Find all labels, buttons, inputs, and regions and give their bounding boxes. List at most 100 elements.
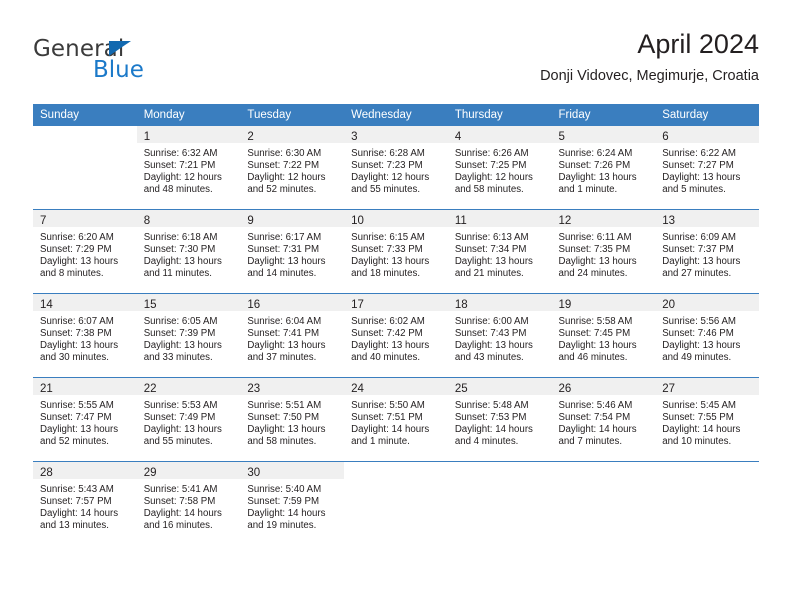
day-detail-lines: Sunrise: 6:04 AM Sunset: 7:41 PM Daylight:…	[240, 311, 344, 364]
calendar-day-cell[interactable]: 19 Sunrise: 5:58 AM Sunset: 7:45 PM Dayligh…	[551, 293, 656, 378]
daylight-text: Daylight: 13 hours	[143, 256, 222, 268]
calendar-day-cell[interactable]: 27 Sunrise: 5:45 AM Sunset: 7:55 PM Dayligh…	[655, 377, 759, 462]
sunset-text: Sunset: 7:34 PM	[454, 244, 527, 256]
daylight-text: and 58 minutes.	[247, 436, 317, 448]
day-number-band: 21	[33, 378, 137, 395]
daylight-text: and 7 minutes.	[558, 436, 623, 448]
sunrise-text: Sunrise: 5:55 AM	[40, 400, 114, 411]
calendar-day-cell[interactable]: 26 Sunrise: 5:46 AM Sunset: 7:54 PM Dayligh…	[551, 377, 656, 462]
calendar-day-cell[interactable]: 29 Sunrise: 5:41 AM Sunset: 7:58 PM Dayligh…	[136, 461, 241, 545]
calendar-day-cell[interactable]: 6 Sunrise: 6:22 AM Sunset: 7:27 PM Daylight…	[655, 126, 759, 210]
calendar-day-cell[interactable]: 11 Sunrise: 6:13 AM Sunset: 7:34 PM Dayligh…	[447, 209, 552, 294]
day-number-band: 22	[136, 378, 241, 395]
day-detail-lines: Sunrise: 6:00 AM Sunset: 7:43 PM Daylight:…	[448, 311, 552, 364]
calendar-day-cell[interactable]: 8 Sunrise: 6:18 AM Sunset: 7:30 PM Daylight…	[136, 209, 241, 294]
day-number: 18	[454, 299, 468, 311]
sunset-text: Sunset: 7:29 PM	[40, 244, 112, 256]
day-cell-inner	[655, 462, 759, 545]
day-detail-lines: Sunrise: 5:53 AM Sunset: 7:49 PM Daylight:…	[137, 395, 241, 448]
calendar-day-cell[interactable]: 22 Sunrise: 5:53 AM Sunset: 7:49 PM Dayligh…	[136, 377, 241, 462]
day-cell-inner: 26 Sunrise: 5:46 AM Sunset: 7:54 PM Dayligh…	[551, 378, 656, 461]
calendar-day-cell[interactable]: 16 Sunrise: 6:04 AM Sunset: 7:41 PM Dayligh…	[240, 293, 345, 378]
calendar-day-cell[interactable]: 3 Sunrise: 6:28 AM Sunset: 7:23 PM Daylight…	[344, 126, 448, 210]
sunrise-text: Sunrise: 6:05 AM	[143, 316, 218, 327]
daylight-text: Daylight: 13 hours	[558, 172, 637, 184]
calendar-day-cell[interactable]: 17 Sunrise: 6:02 AM Sunset: 7:42 PM Dayligh…	[344, 293, 448, 378]
day-number-band: 11	[447, 210, 552, 227]
calendar-day-cell[interactable]: 12 Sunrise: 6:11 AM Sunset: 7:35 PM Dayligh…	[551, 209, 656, 294]
calendar-day-cell[interactable]: 23 Sunrise: 5:51 AM Sunset: 7:50 PM Dayligh…	[240, 377, 345, 462]
sunset-text: Sunset: 7:46 PM	[662, 328, 734, 340]
sunset-text: Sunset: 7:26 PM	[558, 160, 631, 172]
daylight-text: Daylight: 13 hours	[662, 340, 741, 352]
daylight-text: Daylight: 13 hours	[662, 256, 741, 268]
calendar-day-cell[interactable]: 1 Sunrise: 6:32 AM Sunset: 7:21 PM Daylight…	[136, 126, 241, 210]
calendar-cell-empty	[447, 461, 552, 545]
calendar-day-cell[interactable]: 5 Sunrise: 6:24 AM Sunset: 7:26 PM Daylight…	[551, 126, 656, 210]
day-number: 4	[454, 131, 462, 143]
day-detail-lines: Sunrise: 6:07 AM Sunset: 7:38 PM Daylight:…	[33, 311, 137, 364]
day-number: 29	[143, 467, 157, 479]
calendar-day-cell[interactable]: 28 Sunrise: 5:43 AM Sunset: 7:57 PM Dayligh…	[33, 461, 137, 545]
daylight-text: Daylight: 14 hours	[454, 424, 533, 436]
calendar-day-cell[interactable]: 7 Sunrise: 6:20 AM Sunset: 7:29 PM Daylight…	[33, 209, 137, 294]
calendar-body: 1 Sunrise: 6:32 AM Sunset: 7:21 PM Daylight…	[33, 126, 759, 545]
sunrise-text: Sunrise: 6:17 AM	[247, 232, 322, 243]
calendar-day-cell[interactable]: 21 Sunrise: 5:55 AM Sunset: 7:47 PM Dayligh…	[33, 377, 137, 462]
daylight-text: Daylight: 13 hours	[247, 424, 326, 436]
calendar-day-cell[interactable]: 9 Sunrise: 6:17 AM Sunset: 7:31 PM Daylight…	[240, 209, 345, 294]
calendar-week-row: 1 Sunrise: 6:32 AM Sunset: 7:21 PM Daylight…	[33, 126, 759, 210]
day-number-band: 15	[136, 294, 241, 311]
daylight-text: and 16 minutes.	[143, 520, 213, 532]
calendar-day-cell[interactable]: 24 Sunrise: 5:50 AM Sunset: 7:51 PM Dayligh…	[344, 377, 448, 462]
sunrise-text: Sunrise: 5:50 AM	[351, 400, 425, 411]
daylight-text: and 21 minutes.	[454, 268, 524, 280]
day-number: 20	[662, 299, 676, 311]
general-blue-logo: General Blue	[33, 36, 263, 90]
day-number: 15	[143, 299, 157, 311]
daylight-text: Daylight: 13 hours	[143, 340, 222, 352]
calendar-day-cell[interactable]: 15 Sunrise: 6:05 AM Sunset: 7:39 PM Dayligh…	[136, 293, 241, 378]
day-detail-lines	[655, 479, 759, 484]
calendar-day-cell[interactable]: 13 Sunrise: 6:09 AM Sunset: 7:37 PM Dayligh…	[655, 209, 759, 294]
day-detail-lines: Sunrise: 6:17 AM Sunset: 7:31 PM Daylight:…	[240, 227, 344, 280]
day-cell-inner: 4 Sunrise: 6:26 AM Sunset: 7:25 PM Daylight…	[447, 126, 552, 209]
calendar-day-cell[interactable]: 20 Sunrise: 5:56 AM Sunset: 7:46 PM Dayligh…	[655, 293, 759, 378]
weekday-header-monday: Monday	[136, 104, 241, 126]
day-cell-inner: 30 Sunrise: 5:40 AM Sunset: 7:59 PM Dayligh…	[240, 462, 345, 545]
calendar-day-cell[interactable]: 2 Sunrise: 6:30 AM Sunset: 7:22 PM Daylight…	[240, 126, 345, 210]
calendar-day-cell[interactable]: 4 Sunrise: 6:26 AM Sunset: 7:25 PM Daylight…	[447, 126, 552, 210]
page-subtitle: Donji Vidovec, Megimurje, Croatia	[540, 68, 759, 84]
daylight-text: and 48 minutes.	[143, 184, 213, 196]
daylight-text: and 55 minutes.	[143, 436, 213, 448]
day-detail-lines: Sunrise: 5:45 AM Sunset: 7:55 PM Daylight:…	[655, 395, 759, 448]
daylight-text: Daylight: 12 hours	[143, 172, 222, 184]
sunset-text: Sunset: 7:27 PM	[662, 160, 734, 172]
calendar-day-cell[interactable]: 18 Sunrise: 6:00 AM Sunset: 7:43 PM Dayligh…	[447, 293, 552, 378]
daylight-text: and 19 minutes.	[247, 520, 317, 532]
calendar-day-cell[interactable]: 30 Sunrise: 5:40 AM Sunset: 7:59 PM Dayligh…	[240, 461, 345, 545]
calendar-day-cell[interactable]: 25 Sunrise: 5:48 AM Sunset: 7:53 PM Dayligh…	[447, 377, 552, 462]
sunset-text: Sunset: 7:38 PM	[40, 328, 112, 340]
day-detail-lines: Sunrise: 6:09 AM Sunset: 7:37 PM Daylight:…	[655, 227, 759, 280]
daylight-text: and 43 minutes.	[454, 352, 524, 364]
daylight-text: Daylight: 13 hours	[351, 256, 430, 268]
calendar-day-cell[interactable]: 14 Sunrise: 6:07 AM Sunset: 7:38 PM Dayligh…	[33, 293, 137, 378]
day-detail-lines: Sunrise: 5:55 AM Sunset: 7:47 PM Daylight:…	[33, 395, 137, 448]
sunrise-text: Sunrise: 6:26 AM	[454, 148, 529, 159]
daylight-text: and 37 minutes.	[247, 352, 317, 364]
day-number-band	[655, 462, 759, 479]
day-number-band: 6	[655, 126, 759, 143]
sunset-text: Sunset: 7:33 PM	[351, 244, 423, 256]
day-number-band: 19	[551, 294, 656, 311]
calendar-week-row: 14 Sunrise: 6:07 AM Sunset: 7:38 PM Dayligh…	[33, 293, 759, 378]
day-number: 14	[40, 299, 53, 311]
daylight-text: Daylight: 13 hours	[558, 256, 637, 268]
day-detail-lines: Sunrise: 6:15 AM Sunset: 7:33 PM Daylight:…	[344, 227, 448, 280]
daylight-text: and 33 minutes.	[143, 352, 213, 364]
daylight-text: Daylight: 13 hours	[40, 256, 119, 268]
day-number: 16	[247, 299, 261, 311]
day-number: 19	[558, 299, 572, 311]
calendar-day-cell[interactable]: 10 Sunrise: 6:15 AM Sunset: 7:33 PM Dayligh…	[344, 209, 448, 294]
sunrise-text: Sunrise: 6:22 AM	[662, 148, 736, 159]
